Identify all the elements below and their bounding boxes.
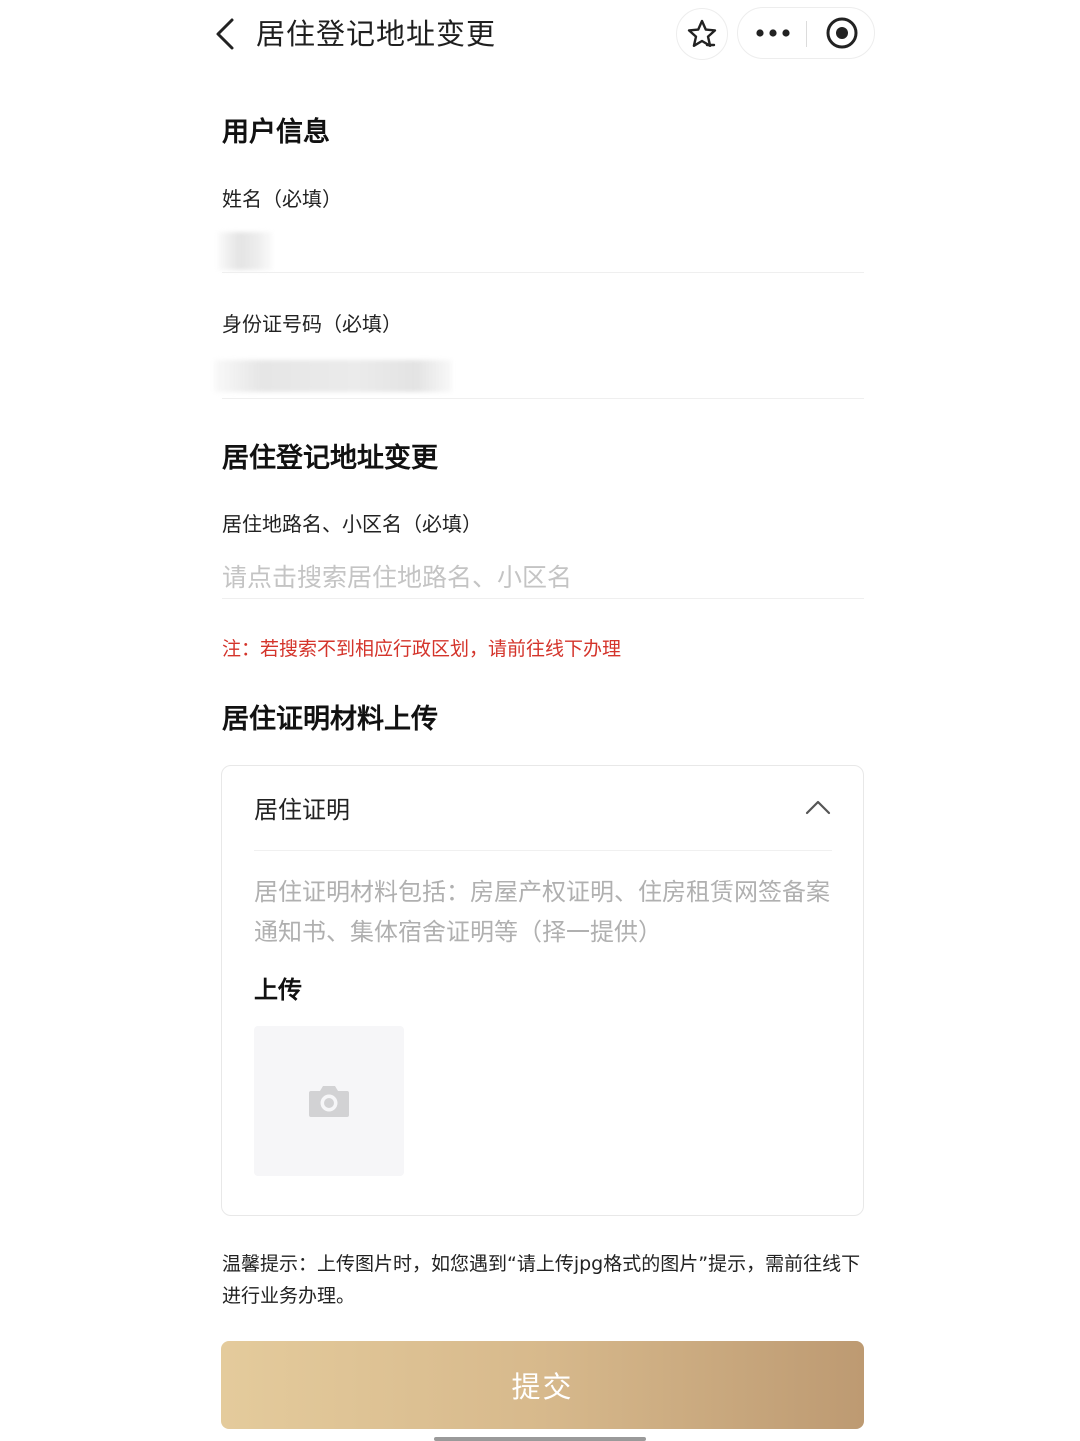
section-title-address-change: 居住登记地址变更 bbox=[222, 443, 438, 474]
back-button[interactable] bbox=[205, 12, 245, 56]
id-divider bbox=[222, 398, 864, 399]
card-title: 居住证明 bbox=[254, 796, 350, 824]
id-value-redacted[interactable] bbox=[214, 360, 452, 392]
capsule-separator bbox=[806, 21, 807, 47]
section-title-user-info: 用户信息 bbox=[222, 117, 330, 148]
residence-proof-card-header[interactable]: 居住证明 bbox=[222, 766, 863, 850]
camera-icon bbox=[309, 1086, 349, 1117]
name-label: 姓名（必填） bbox=[222, 187, 342, 211]
page: 居住登记地址变更 用户信息 姓名（必填） 身份证号码（必填） 居住登记地址变更 … bbox=[0, 0, 1080, 1441]
more-dots-icon bbox=[755, 29, 790, 37]
submit-button[interactable]: 提交 bbox=[221, 1341, 864, 1429]
nav-header: 居住登记地址变更 bbox=[0, 0, 1080, 72]
target-icon bbox=[826, 17, 857, 49]
favorite-button[interactable] bbox=[676, 8, 728, 60]
upload-image-button[interactable] bbox=[254, 1026, 404, 1176]
mini-program-capsule bbox=[737, 7, 875, 59]
more-button[interactable] bbox=[738, 8, 807, 58]
section-title-upload: 居住证明材料上传 bbox=[222, 704, 438, 735]
page-title: 居住登记地址变更 bbox=[256, 17, 497, 51]
chevron-left-icon bbox=[216, 18, 234, 50]
address-note: 注：若搜索不到相应行政区划，请前往线下办理 bbox=[222, 638, 622, 660]
name-divider bbox=[222, 272, 864, 273]
card-divider bbox=[254, 850, 832, 851]
address-search-input[interactable] bbox=[222, 556, 864, 598]
residence-proof-card: 居住证明 居住证明材料包括：房屋产权证明、住房租赁网签备案通知书、集体宿舍证明等… bbox=[221, 765, 864, 1216]
chevron-up-icon bbox=[805, 800, 831, 815]
warm-tip: 温馨提示：上传图片时，如您遇到“请上传jpg格式的图片”提示，需前往线下进行业务… bbox=[222, 1253, 861, 1307]
home-indicator bbox=[434, 1437, 646, 1441]
id-label: 身份证号码（必填） bbox=[222, 312, 402, 336]
road-label: 居住地路名、小区名（必填） bbox=[222, 512, 482, 536]
upload-label: 上传 bbox=[254, 976, 302, 1004]
card-description: 居住证明材料包括：房屋产权证明、住房租赁网签备案通知书、集体宿舍证明等（择一提供… bbox=[254, 878, 830, 946]
name-value-redacted[interactable] bbox=[218, 232, 272, 270]
close-mini-program-button[interactable] bbox=[808, 8, 875, 58]
star-icon bbox=[687, 19, 717, 47]
address-divider bbox=[222, 598, 864, 599]
